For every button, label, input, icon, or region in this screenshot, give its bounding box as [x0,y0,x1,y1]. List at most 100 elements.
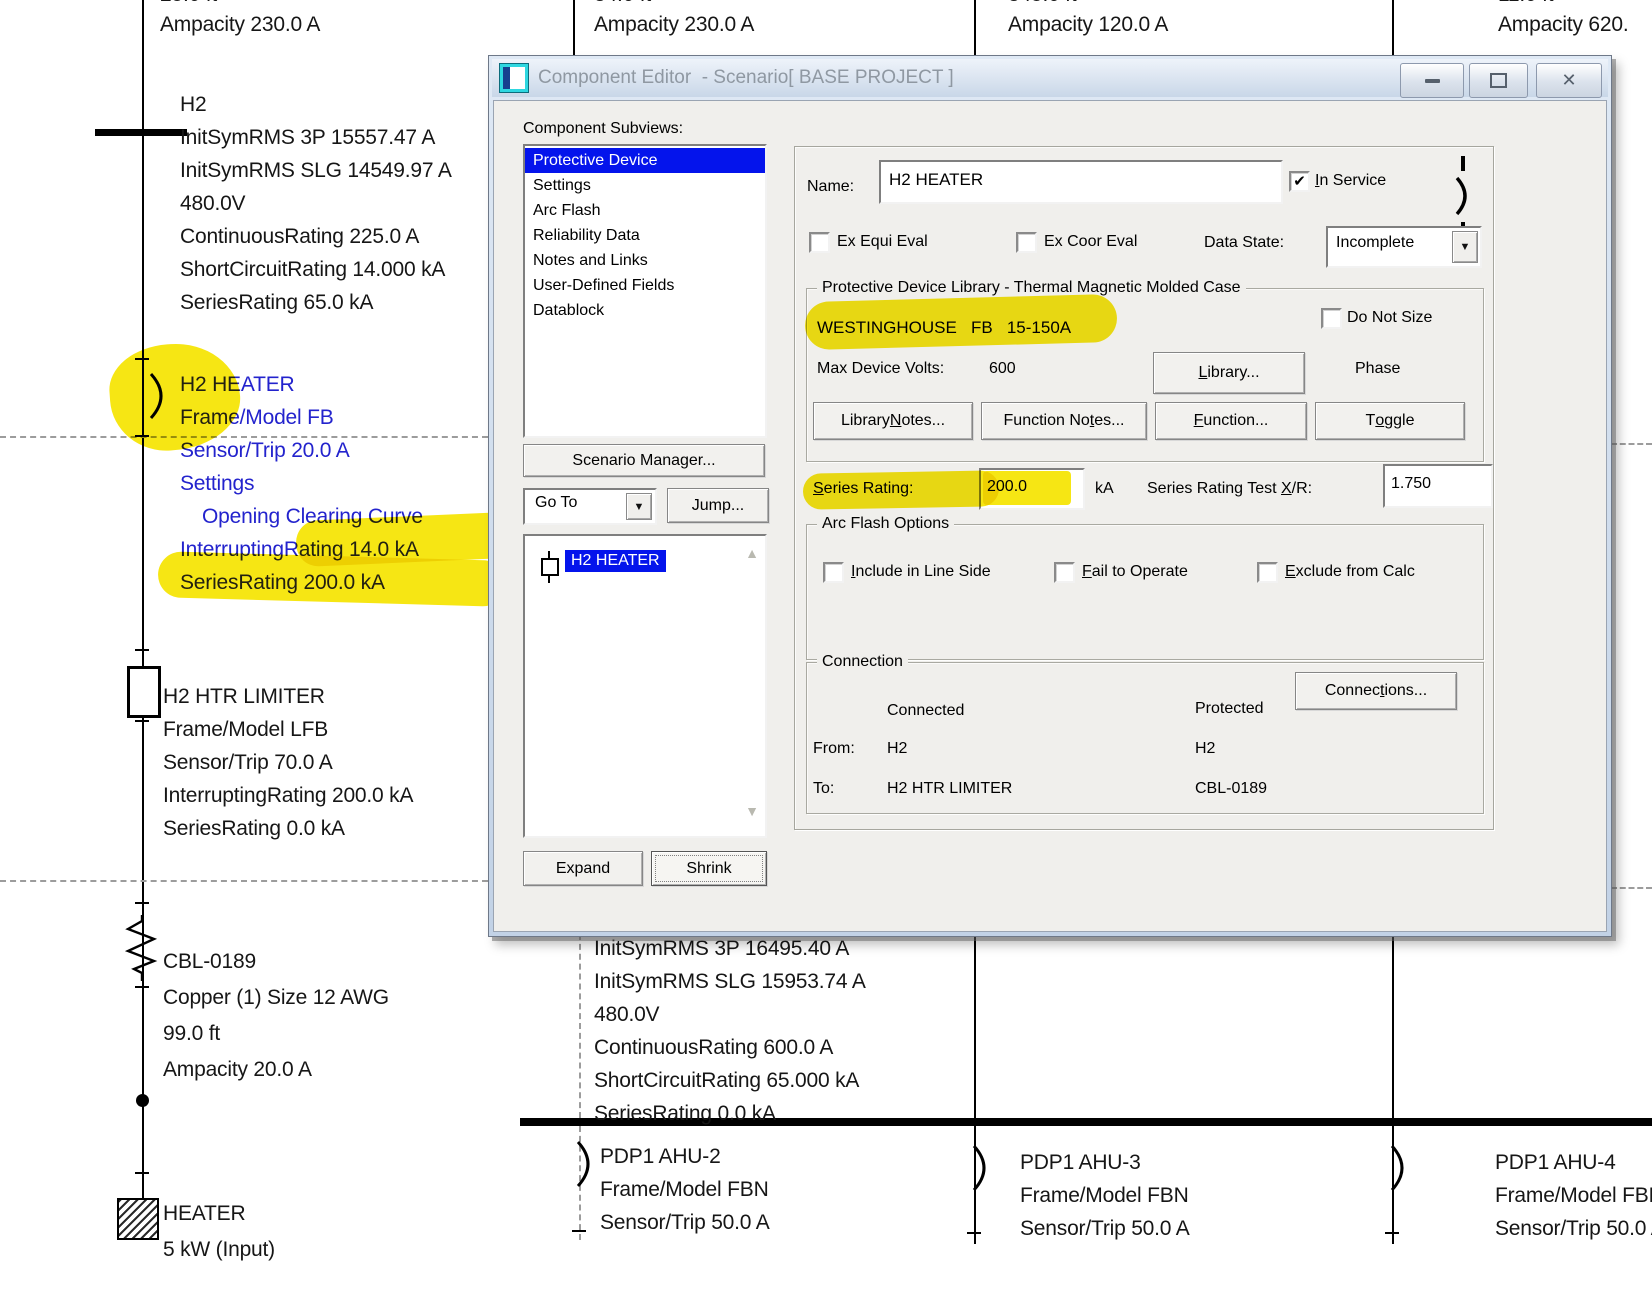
heater-load-symbol[interactable] [117,1198,159,1240]
attribute-line: Ampacity 20.0 A [163,1052,389,1088]
max-device-volts-value: 600 [989,360,1016,378]
feeder-line-col2-top [573,0,575,57]
device-name[interactable]: H2 HEATER [180,368,423,401]
attribute-line: Sensor/Trip 50.0 A [600,1206,770,1239]
connected-header: Connected [887,702,964,720]
data-state-combobox[interactable]: Incomplete ▼ [1326,226,1482,268]
cable-symbol-cbl-0189[interactable] [122,915,162,981]
length-label: 11.0 ft [1498,0,1628,10]
bus-h2-bar[interactable] [95,129,187,136]
attribute-line: ContinuousRating 225.0 A [180,220,452,253]
length-label: 345.0 ft [1008,0,1168,10]
ex-equi-eval-checkbox[interactable] [809,232,830,253]
tree-item-h2-heater[interactable]: H2 HEATER [565,550,666,572]
subview-item-protective-device[interactable]: Protective Device [525,148,765,173]
feeder-line-col4-mid [1392,934,1394,1118]
chevron-down-icon: ▼ [634,501,645,513]
label-block-ahu2: PDP1 AHU-2 Frame/Model FBN Sensor/Trip 5… [600,1140,770,1239]
expand-button[interactable]: Expand [523,851,643,886]
label-block-col1-top: 25.0 ft Ampacity 230.0 A [160,0,320,40]
connection-node-dot [136,1094,149,1107]
subview-item-notes-and-links[interactable]: Notes and Links [525,248,765,273]
exclude-from-calc-checkbox[interactable] [1257,562,1278,583]
breaker-node-icon [541,558,559,576]
fail-to-operate-checkbox[interactable] [1054,562,1075,583]
shrink-button[interactable]: Shrink [651,851,767,886]
goto-combobox[interactable]: Go To ▼ [523,488,657,525]
ex-coor-eval-checkbox[interactable] [1016,232,1037,253]
series-rating-input[interactable]: 200.0 [979,468,1085,510]
device-name[interactable]: PDP1 AHU-2 [600,1140,770,1173]
attribute-line: Frame/Model FB [180,401,423,434]
subview-item-datablock[interactable]: Datablock [525,298,765,323]
device-name[interactable]: HEATER [163,1196,275,1232]
breaker-symbol-ahu4[interactable] [1388,1144,1414,1192]
library-button[interactable]: Library... [1153,352,1305,394]
jump-button[interactable]: Jump... [667,488,769,523]
device-name[interactable]: PDP1 AHU-3 [1020,1146,1190,1179]
device-name[interactable]: H2 [180,88,452,121]
protected-header: Protected [1195,700,1263,718]
line-tick [135,986,149,988]
connections-button[interactable]: Connections... [1295,672,1457,710]
attribute-line: ShortCircuitRating 65.000 kA [594,1064,866,1097]
scroll-up-icon[interactable]: ▲ [745,546,759,560]
library-device-text: WESTINGHOUSE FB 15-150A [817,318,1071,338]
line-tick [135,358,149,360]
library-notes-button[interactable]: Library Notes... [813,402,973,440]
subview-item-user-defined-fields[interactable]: User-Defined Fields [525,273,765,298]
to-protected-value: CBL-0189 [1195,780,1267,798]
do-not-size-checkbox[interactable] [1321,308,1342,329]
attribute-line: SeriesRating 0.0 kA [163,812,413,845]
breaker-symbol-ahu3[interactable] [970,1144,996,1192]
from-label: From: [813,740,855,758]
function-notes-button[interactable]: Function Notes... [981,402,1147,440]
line-tick [135,902,149,904]
device-name[interactable]: PDP1 AHU-4 [1495,1146,1652,1179]
series-rating-test-xr-input[interactable]: 1.750 [1383,464,1493,508]
data-state-dropdown-button[interactable]: ▼ [1452,231,1478,263]
attribute-line: Sensor/Trip 50.0 A [1020,1212,1190,1245]
attribute-line: 480.0V [180,187,452,220]
component-subviews-label: Component Subviews: [523,120,683,138]
attribute-line: Frame/Model LFB [163,713,413,746]
line-tick [967,1232,981,1234]
attribute-line: Frame/Model FBN [1495,1179,1652,1212]
chevron-down-icon: ▼ [1460,241,1471,253]
goto-combobox-value: Go To [535,494,577,512]
name-input[interactable]: H2 HEATER [879,160,1283,204]
feeder-line-col1 [142,0,144,1198]
component-editor-dialog: Component Editor - Scenario[ BASE PROJEC… [488,55,1612,937]
goto-dropdown-button[interactable]: ▼ [626,493,652,520]
minimize-button[interactable] [1400,63,1464,98]
scroll-down-icon[interactable]: ▼ [745,804,759,818]
series-rating-test-xr-label: Series Rating Test X/R: [1147,480,1312,498]
subview-item-reliability-data[interactable]: Reliability Data [525,223,765,248]
attribute-line: Sensor/Trip 50.0 A [1495,1212,1652,1245]
subview-item-arc-flash[interactable]: Arc Flash [525,198,765,223]
close-button[interactable]: ✕ [1536,63,1602,98]
label-block-col3-top: 345.0 ft Ampacity 120.0 A [1008,0,1168,40]
ampacity-label: Ampacity 230.0 A [594,10,754,40]
attribute-line: Opening Clearing Curve [180,500,423,533]
ampacity-label: Ampacity 620. [1498,10,1628,40]
attribute-line: 5 kW (Input) [163,1232,275,1268]
in-service-checkbox[interactable]: ✔ [1289,171,1310,192]
scenario-manager-button[interactable]: Scenario Manager... [523,444,765,477]
function-button[interactable]: Function... [1155,402,1307,440]
maximize-button[interactable] [1469,63,1528,98]
fuse-symbol-h2-htr-limiter[interactable] [127,666,161,718]
breaker-symbol-ahu2[interactable] [574,1140,600,1188]
device-name[interactable]: H2 HTR LIMITER [163,680,413,713]
app-icon [500,64,528,92]
toggle-button[interactable]: Toggle [1315,402,1465,440]
include-in-line-side-checkbox[interactable] [823,562,844,583]
fail-to-operate-label: Fail to Operate [1082,563,1188,581]
device-name[interactable]: CBL-0189 [163,944,389,980]
attribute-line: InitSymRMS 3P 15557.47 A [180,121,452,154]
do-not-size-label: Do Not Size [1347,309,1432,327]
breaker-symbol-h2-heater[interactable] [147,372,173,420]
subview-item-settings[interactable]: Settings [525,173,765,198]
component-tree-listbox: H2 HEATER ▲ ▼ [523,534,767,838]
attribute-line: Frame/Model FBN [1020,1179,1190,1212]
